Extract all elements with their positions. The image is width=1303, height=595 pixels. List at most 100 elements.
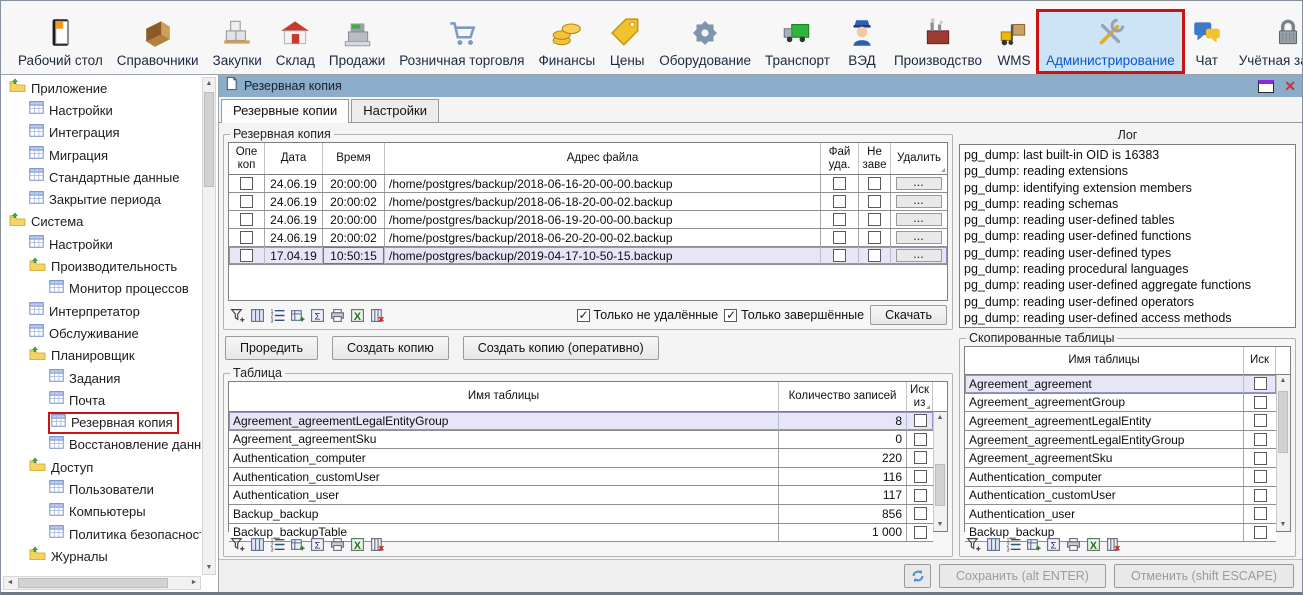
toolbar-item-chat[interactable]: Чат xyxy=(1182,12,1232,71)
toolbar-item-equipment[interactable]: Оборудование xyxy=(652,12,758,71)
cancel-button[interactable]: Отменить (shift ESCAPE) xyxy=(1114,564,1294,588)
exclude-cell[interactable] xyxy=(907,449,933,467)
excel-export-icon[interactable]: X xyxy=(349,536,365,552)
backup-table-row[interactable]: 24.06.1920:00:02/home/postgres/backup/20… xyxy=(229,229,947,247)
checkbox-icon[interactable] xyxy=(240,195,253,208)
tree-item[interactable]: Настройки xyxy=(3,99,201,121)
tree-item[interactable]: Доступ xyxy=(3,456,201,478)
row-select-cell[interactable] xyxy=(229,175,265,192)
checkbox-icon[interactable] xyxy=(1254,433,1267,446)
scroll-right-icon[interactable]: ► xyxy=(188,577,200,589)
checkbox-icon[interactable] xyxy=(1254,396,1267,409)
tab-settings[interactable]: Настройки xyxy=(351,99,439,122)
checkbox-icon[interactable] xyxy=(1254,377,1267,390)
delete-row-button[interactable]: ... xyxy=(896,177,942,190)
tree-item[interactable]: Политика безопасности xyxy=(3,523,201,545)
not-finished-cell[interactable] xyxy=(859,211,891,228)
excel-export-icon[interactable]: X xyxy=(1085,536,1101,552)
column-settings-icon[interactable] xyxy=(249,307,265,323)
maximize-icon[interactable] xyxy=(1258,80,1274,93)
tree-item[interactable]: Резервная копия xyxy=(3,411,201,433)
remove-column-icon[interactable] xyxy=(369,307,385,323)
create-copy-button[interactable]: Создать копию xyxy=(332,336,449,360)
toolbar-item-desktop[interactable]: Рабочий стол xyxy=(11,12,110,71)
not-finished-cell[interactable] xyxy=(859,175,891,192)
exclude-cell[interactable] xyxy=(907,431,933,449)
file-deleted-cell[interactable] xyxy=(821,193,859,210)
delete-row-button[interactable]: ... xyxy=(896,249,942,262)
file-deleted-cell[interactable] xyxy=(821,247,859,264)
scrollbar-thumb[interactable] xyxy=(1278,391,1288,453)
toolbar-item-transport[interactable]: Транспорт xyxy=(758,12,837,71)
column-settings-icon[interactable] xyxy=(985,536,1001,552)
checkbox-icon[interactable] xyxy=(1254,489,1267,502)
column-header[interactable]: Опе коп xyxy=(229,143,265,174)
tree-item[interactable]: Миграция xyxy=(3,144,201,166)
checkbox-icon[interactable] xyxy=(240,213,253,226)
delete-row-button[interactable]: ... xyxy=(896,213,942,226)
row-select-cell[interactable] xyxy=(229,211,265,228)
copied-table-row[interactable]: Agreement_agreementGroup xyxy=(965,394,1276,413)
column-header[interactable]: Имя таблицы xyxy=(229,382,779,411)
numbered-list-icon[interactable]: 123 xyxy=(269,536,285,552)
scroll-up-icon[interactable]: ▲ xyxy=(1277,375,1289,387)
checkbox-icon[interactable] xyxy=(1254,526,1267,539)
tree-item[interactable]: Закрытие периода xyxy=(3,188,201,210)
file-deleted-cell[interactable] xyxy=(821,175,859,192)
exclude-cell[interactable] xyxy=(1244,468,1276,486)
not-finished-cell[interactable] xyxy=(859,229,891,246)
checkbox-icon[interactable] xyxy=(833,177,846,190)
scroll-down-icon[interactable]: ▼ xyxy=(934,519,946,531)
checkbox-icon[interactable] xyxy=(240,231,253,244)
not-finished-cell[interactable] xyxy=(859,247,891,264)
add-calculation-icon[interactable] xyxy=(289,307,305,323)
copied-vertical-scrollbar[interactable]: ▲ ▼ xyxy=(1276,375,1290,531)
backup-table-row[interactable]: 17.04.1910:50:15/home/postgres/backup/20… xyxy=(229,247,947,265)
toolbar-item-administration[interactable]: Администрирование xyxy=(1039,12,1182,71)
checkbox-icon[interactable] xyxy=(868,177,881,190)
tree-item[interactable]: Система xyxy=(3,211,201,233)
scroll-down-icon[interactable]: ▼ xyxy=(1277,519,1289,531)
column-header[interactable]: Имя таблицы xyxy=(965,347,1244,374)
toolbar-item-prices[interactable]: Цены xyxy=(602,12,652,71)
copied-table-row[interactable]: Authentication_computer xyxy=(965,468,1276,487)
scroll-up-icon[interactable]: ▲ xyxy=(934,412,946,424)
tree-item[interactable]: Интерпретатор xyxy=(3,300,201,322)
filter-only-completed[interactable]: Только завершённые xyxy=(724,308,864,322)
column-header[interactable]: Не заве xyxy=(859,143,891,174)
save-button[interactable]: Сохранить (alt ENTER) xyxy=(939,564,1106,588)
thin-out-button[interactable]: Проредить xyxy=(225,336,318,360)
copied-table-row[interactable]: Agreement_agreementLegalEntity xyxy=(965,412,1276,431)
toolbar-item-sales[interactable]: Продажи xyxy=(322,12,392,71)
column-header[interactable]: Дата xyxy=(265,143,323,174)
checkbox-icon[interactable] xyxy=(914,433,927,446)
print-icon[interactable] xyxy=(1065,536,1081,552)
numbered-list-icon[interactable]: 123 xyxy=(1005,536,1021,552)
tables-table-row[interactable]: Authentication_computer220 xyxy=(229,449,933,468)
column-header[interactable]: Время xyxy=(323,143,385,174)
checkbox-icon[interactable] xyxy=(868,195,881,208)
scrollbar-thumb[interactable] xyxy=(18,578,168,588)
create-copy-operative-button[interactable]: Создать копию (оперативно) xyxy=(463,336,659,360)
row-select-cell[interactable] xyxy=(229,193,265,210)
exclude-cell[interactable] xyxy=(1244,431,1276,449)
scroll-up-icon[interactable]: ▲ xyxy=(203,78,215,90)
checkbox-icon[interactable] xyxy=(1254,414,1267,427)
checkbox-icon[interactable] xyxy=(833,213,846,226)
log-output[interactable]: pg_dump: last built-in OID is 16383pg_du… xyxy=(959,144,1296,328)
filter-add-icon[interactable] xyxy=(229,536,245,552)
add-calculation-icon[interactable] xyxy=(1025,536,1041,552)
add-calculation-icon[interactable] xyxy=(289,536,305,552)
exclude-cell[interactable] xyxy=(1244,487,1276,505)
backup-table-row[interactable]: 24.06.1920:00:00/home/postgres/backup/20… xyxy=(229,175,947,193)
checkbox-icon[interactable] xyxy=(868,249,881,262)
file-deleted-cell[interactable] xyxy=(821,211,859,228)
backup-table-row[interactable]: 24.06.1920:00:00/home/postgres/backup/20… xyxy=(229,211,947,229)
tree-item[interactable]: Стандартные данные xyxy=(3,166,201,188)
tab-backup-copies[interactable]: Резервные копии xyxy=(221,99,349,123)
tree-item[interactable]: Почта xyxy=(3,389,201,411)
close-icon[interactable]: ✕ xyxy=(1284,79,1296,93)
column-header[interactable]: Иск из xyxy=(907,382,933,411)
tree-item[interactable]: Обслуживание xyxy=(3,322,201,344)
tree-item[interactable]: Настройки xyxy=(3,233,201,255)
